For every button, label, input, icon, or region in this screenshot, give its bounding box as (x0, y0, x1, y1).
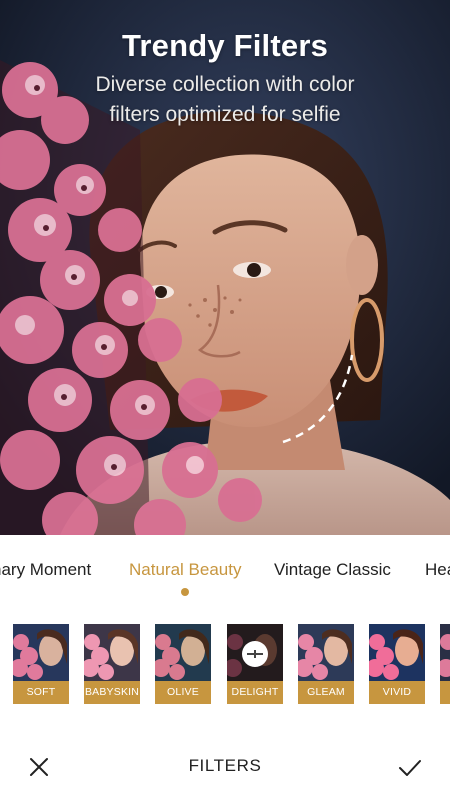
check-icon (399, 760, 421, 776)
filter-thumb-preview (13, 624, 69, 681)
adjust-intensity-icon[interactable] (242, 641, 268, 667)
filter-thumb-soft[interactable]: SOFT (13, 624, 69, 704)
filter-label: BABYSKIN (84, 681, 140, 704)
preview-photo: Trendy Filters Diverse collection with c… (0, 0, 450, 535)
filter-label: VIVID (369, 681, 425, 704)
filter-thumb-vivid[interactable]: VIVID (369, 624, 425, 704)
filter-label (440, 681, 450, 704)
filter-thumb-preview (84, 624, 140, 681)
filter-label: DELIGHT (227, 681, 283, 704)
screen-title: FILTERS (188, 756, 262, 775)
filter-category-tabs: nary Moment Natural Beauty Vintage Class… (0, 556, 450, 586)
filter-thumb-preview (298, 624, 354, 681)
promo-title: Trendy Filters (121, 28, 329, 63)
filter-thumb-preview (227, 624, 283, 681)
promo-subtitle-line2: filters optimized for selfie (109, 103, 341, 126)
filter-thumb-preview (155, 624, 211, 681)
filter-label: OLIVE (155, 681, 211, 704)
confirm-button[interactable] (394, 752, 426, 782)
filter-thumb-preview (440, 624, 450, 681)
filter-thumbnail-list: SOFT BABYSKIN OLIVE DELIGHT GLEAM VIVID (0, 624, 450, 706)
bottom-action-bar: FILTERS (0, 740, 450, 795)
filter-label: SOFT (13, 681, 69, 704)
tab-vintage-classic[interactable]: Vintage Classic (274, 556, 391, 586)
filter-thumb-gleam[interactable]: GLEAM (298, 624, 354, 704)
filter-thumb-delight[interactable]: DELIGHT (227, 624, 283, 704)
filter-thumb-babyskin[interactable]: BABYSKIN (84, 624, 140, 704)
filter-label: GLEAM (298, 681, 354, 704)
tab-natural-beauty[interactable]: Natural Beauty (129, 556, 241, 586)
filter-thumb-olive[interactable]: OLIVE (155, 624, 211, 704)
tab-ordinary-moment[interactable]: nary Moment (0, 556, 91, 586)
promo-subtitle-line1: Diverse collection with color (95, 73, 355, 96)
active-tab-indicator (181, 588, 189, 596)
filter-thumb-next[interactable] (440, 624, 450, 704)
filter-thumb-preview (369, 624, 425, 681)
tab-partial-next[interactable]: Hea (425, 556, 450, 586)
promo-subtitle: Diverse collection with color filters op… (60, 70, 390, 130)
